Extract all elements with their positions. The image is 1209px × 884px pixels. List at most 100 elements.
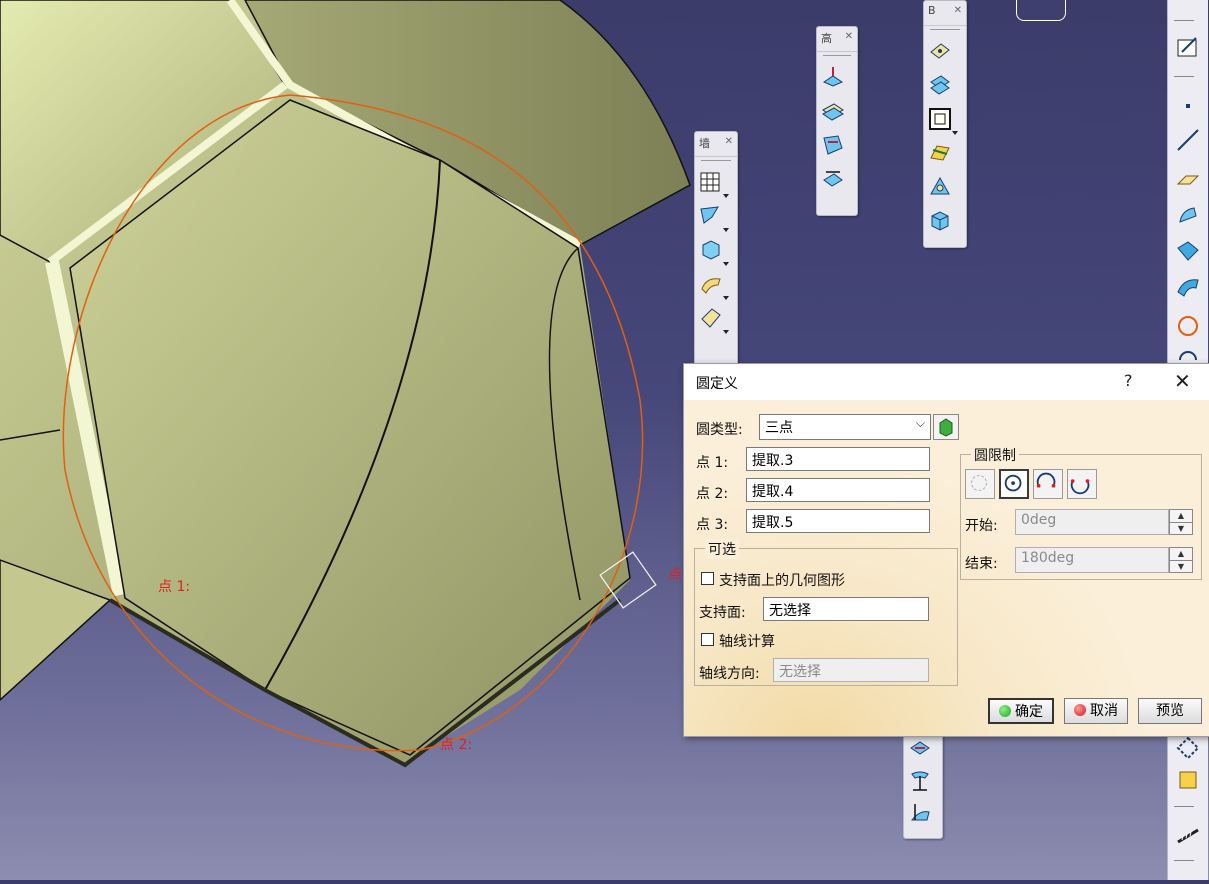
sweep-surface-icon[interactable] [698, 203, 729, 233]
cancel-icon [1074, 704, 1086, 716]
point2-annotation: 点 2: [440, 737, 473, 753]
circle-type-label: 圆类型: [696, 422, 743, 438]
fill-surface-icon[interactable] [698, 305, 729, 335]
limit-mode-buttons [965, 469, 1101, 499]
optional-group-title: 可选 [705, 539, 739, 559]
point2-field[interactable]: 提取.4 [746, 478, 930, 502]
offset-surface-icon[interactable] [820, 98, 850, 128]
toolbar-close-icon[interactable]: ✕ [954, 5, 962, 16]
surface-icon[interactable] [1174, 238, 1202, 266]
point1-field[interactable]: 提取.3 [746, 447, 930, 471]
end-label: 结束: [965, 556, 998, 572]
end-angle-spinner[interactable]: ▲ ▼ [1169, 547, 1193, 573]
geometry-on-support-label: 支持面上的几何图形 [719, 573, 845, 589]
dialog-title: 圆定义 [696, 376, 738, 392]
join-icon[interactable] [927, 174, 957, 204]
help-button[interactable]: ? [1124, 371, 1133, 390]
floating-toolbar-lower[interactable] [903, 733, 943, 839]
cancel-label: 取消 [1090, 703, 1118, 719]
circle-icon[interactable] [1174, 312, 1202, 340]
end-angle-field[interactable]: 180deg [1015, 547, 1169, 573]
solid-box-icon[interactable] [927, 208, 957, 238]
spin-down-icon[interactable]: ▼ [1170, 561, 1192, 573]
curve-on-surface-icon[interactable] [1174, 200, 1202, 228]
circle-limits-title: 圆限制 [971, 445, 1019, 465]
swept-icon[interactable] [1174, 272, 1202, 300]
line-icon[interactable] [1174, 126, 1202, 154]
axis-compute-checkbox[interactable] [701, 633, 714, 646]
lock-icon [939, 418, 953, 437]
plane-point-icon[interactable] [927, 38, 957, 68]
chevron-down-icon: ⌵ [915, 416, 925, 430]
arc-dashed-icon [971, 475, 987, 491]
circle-type-value: 三点 [765, 420, 793, 436]
ok-icon [999, 705, 1011, 717]
translate-surface-icon[interactable] [820, 166, 850, 196]
arc-partial-limit-button[interactable] [965, 469, 995, 499]
toolbar-title: B [928, 4, 936, 17]
toolbar-title: 高 [821, 32, 832, 45]
toolbar-close-icon[interactable]: ✕ [845, 31, 853, 42]
point2-label: 点 2: [696, 486, 729, 502]
circle-type-select[interactable]: 三点 ⌵ [759, 414, 931, 440]
point-icon[interactable] [1174, 92, 1202, 120]
revolve-icon[interactable] [907, 800, 937, 830]
point3-label: 点 3: [696, 517, 729, 533]
pattern-icon[interactable] [1174, 734, 1202, 762]
split-surface-icon[interactable] [820, 132, 850, 162]
support-field[interactable]: 无选择 [763, 597, 929, 621]
box-surface-icon[interactable] [698, 237, 729, 267]
close-button[interactable]: ✕ [1174, 369, 1191, 393]
point1-label: 点 1: [696, 455, 729, 471]
axis-direction-field[interactable]: 无选择 [773, 658, 929, 682]
start-angle-spinner[interactable]: ▲ ▼ [1169, 509, 1193, 535]
start-label: 开始: [965, 518, 998, 534]
toolbar-title: 墙 [699, 137, 710, 150]
floating-toolbar-surfaces[interactable]: 墙 ✕ [694, 131, 738, 369]
circle-type-lock-button[interactable] [933, 414, 959, 440]
cancel-button[interactable]: 取消 [1064, 698, 1128, 724]
whole-circle-icon [1004, 474, 1022, 492]
sketch-icon[interactable] [1174, 34, 1202, 62]
point3-annotation: 点 [668, 567, 682, 583]
complement-arc-icon [1070, 479, 1090, 495]
plane-multi-icon[interactable] [927, 72, 957, 102]
trimmed-circle-limit-button[interactable] [1033, 469, 1063, 499]
axis-compute-label: 轴线计算 [719, 634, 775, 650]
point3-field[interactable]: 提取.5 [746, 509, 930, 533]
start-angle-field[interactable]: 0deg [1015, 509, 1169, 535]
extrude-up-icon[interactable] [820, 64, 850, 94]
floating-toolbar-operations[interactable]: 高 ✕ [816, 26, 858, 216]
point1-annotation: 点 1: [158, 579, 191, 595]
spin-down-icon[interactable]: ▼ [1170, 523, 1192, 535]
support-label: 支持面: [699, 605, 746, 621]
floating-toolbar-wireframe[interactable]: B ✕ [923, 0, 967, 248]
compass-partial [1016, 0, 1066, 21]
circle-definition-dialog: 圆定义 ? ✕ 圆类型: 三点 ⌵ 点 1: 提取.3 点 2: 提取.4 点 … [683, 363, 1209, 737]
ok-label: 确定 [1015, 704, 1043, 720]
projection-icon[interactable] [907, 768, 937, 798]
plane-icon[interactable] [1174, 166, 1202, 194]
whole-circle-limit-button[interactable] [999, 469, 1029, 499]
dialog-body: 圆类型: 三点 ⌵ 点 1: 提取.3 点 2: 提取.4 点 3: 提取.5 … [684, 400, 1209, 736]
catalog-icon[interactable] [1174, 766, 1202, 794]
optional-group: 可选 支持面上的几何图形 支持面: 无选择 轴线计算 轴线方向: 无选择 [694, 539, 958, 686]
circle-limits-group: 圆限制 开始: 0deg ▲ ▼ 结束: 180deg ▲ ▼ [960, 445, 1202, 580]
toolbar-close-icon[interactable]: ✕ [725, 136, 733, 147]
blend-surface-icon[interactable] [698, 271, 729, 301]
axis-direction-label: 轴线方向: [699, 666, 760, 682]
spin-up-icon[interactable]: ▲ [1170, 510, 1192, 523]
spin-up-icon[interactable]: ▲ [1170, 548, 1192, 561]
complementary-circle-limit-button[interactable] [1067, 469, 1097, 499]
preview-button[interactable]: 预览 [1138, 698, 1202, 724]
measure-icon[interactable] [1174, 822, 1202, 850]
extract-icon[interactable] [927, 140, 957, 170]
dialog-titlebar[interactable]: 圆定义 ? ✕ [684, 364, 1209, 400]
boundary-icon[interactable] [927, 106, 958, 136]
ok-button[interactable]: 确定 [988, 698, 1054, 724]
trimmed-arc-icon [1036, 472, 1056, 488]
intersect-icon[interactable] [907, 736, 937, 766]
grid-surface-icon[interactable] [698, 169, 729, 199]
preview-label: 预览 [1156, 703, 1184, 719]
geometry-on-support-checkbox[interactable] [701, 572, 714, 585]
